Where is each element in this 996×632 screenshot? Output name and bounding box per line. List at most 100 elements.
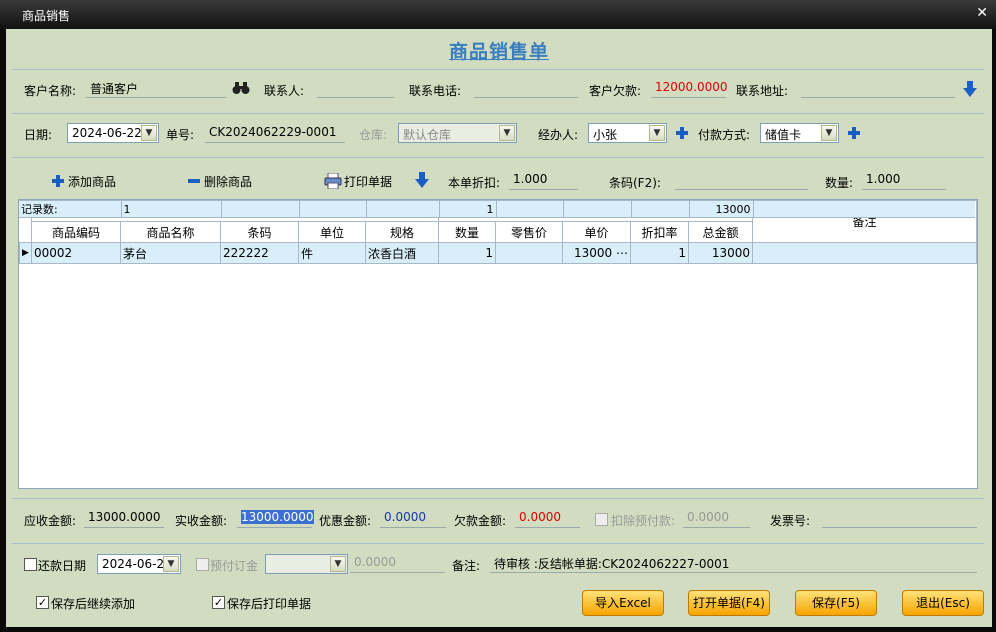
footer-cell (298, 200, 367, 218)
debt-label: 客户欠款: (589, 84, 642, 98)
divider (12, 498, 984, 499)
chevron-down-icon[interactable]: ▼ (649, 125, 665, 141)
arrow-down-icon[interactable] (963, 81, 977, 97)
customer-label: 客户名称: (24, 84, 77, 98)
add-payment-icon[interactable] (847, 126, 861, 140)
window-title: 商品销售 (22, 9, 71, 23)
cell-barcode[interactable]: 222222 (220, 242, 299, 264)
handler-select[interactable]: 小张 ▼ (588, 123, 667, 143)
chevron-down-icon[interactable]: ▼ (163, 556, 179, 572)
save-button[interactable]: 保存(F5) (795, 590, 877, 616)
prepay-deduct-label: 扣除预付款: (611, 514, 676, 528)
table-row[interactable]: ▶ 00002 茅台 222222 件 浓香白酒 1 13000 ⋯ 1 130… (19, 242, 977, 264)
row-pointer-icon: ▶ (19, 242, 32, 264)
product-grid[interactable]: 商品信息 价格 备注 商品编码 商品名称 条码 单位 规格 数量 零售价 单价 … (18, 199, 978, 489)
prepay-label: 预付订金 (210, 559, 259, 573)
open-order-button[interactable]: 打开单据(F4) (688, 590, 770, 616)
add-product-button[interactable]: 添加商品 (68, 173, 116, 190)
cell-discount[interactable]: 1 (630, 242, 689, 264)
cell-qty[interactable]: 1 (438, 242, 496, 264)
payment-select[interactable]: 储值卡 ▼ (760, 123, 839, 143)
column-header-name[interactable]: 商品名称 (120, 221, 221, 243)
handler-value: 小张 (593, 128, 618, 142)
address-field[interactable] (801, 78, 955, 98)
phone-label: 联系电话: (409, 84, 462, 98)
chevron-down-icon[interactable]: ▼ (821, 125, 837, 141)
received-label: 实收金额: (175, 514, 228, 528)
quantity-input[interactable]: 1.000 (862, 170, 946, 190)
cell-spec[interactable]: 浓香白酒 (365, 242, 439, 264)
owed-field: 0.0000 (515, 508, 580, 528)
grid-footer: 记录数: 1 1 13000 (19, 200, 975, 218)
cell-price[interactable]: 13000 ⋯ (562, 242, 631, 264)
column-header-unit[interactable]: 单位 (298, 221, 366, 243)
binoculars-icon[interactable] (232, 81, 250, 95)
delete-product-icon[interactable] (187, 174, 201, 188)
column-header-qty[interactable]: 数量 (438, 221, 496, 243)
cell-remark[interactable] (752, 242, 977, 264)
cell-total[interactable]: 13000 (688, 242, 753, 264)
cell-code[interactable]: 00002 (31, 242, 121, 264)
column-header-price[interactable]: 单价 (562, 221, 631, 243)
prepay-select: ▼ (265, 554, 348, 574)
close-icon[interactable]: ✕ (976, 5, 988, 21)
cell-price-value: 13000 (573, 246, 613, 260)
repay-date-picker[interactable]: 2024-06-22 ▼ (97, 554, 181, 574)
date-value: 2024-06-22 (72, 126, 142, 140)
continue-add-checkbox[interactable]: ✓ (36, 596, 49, 609)
remark-label: 备注: (452, 559, 481, 573)
printer-icon[interactable] (324, 173, 342, 189)
payment-value: 储值卡 (765, 128, 802, 142)
date-label: 日期: (24, 128, 53, 142)
title-bar[interactable]: 商品销售 ✕ (0, 0, 996, 29)
add-product-icon[interactable] (51, 174, 65, 188)
import-excel-button[interactable]: 导入Excel (582, 590, 664, 616)
payment-label: 付款方式: (698, 128, 751, 142)
warehouse-value: 默认仓库 (403, 128, 452, 142)
invoice-input[interactable] (822, 508, 977, 528)
repay-date-label: 还款日期 (38, 559, 87, 573)
phone-field[interactable] (474, 78, 578, 98)
discount-input[interactable]: 1.000 (509, 170, 578, 190)
print-order-button[interactable]: 打印单据 (344, 173, 392, 190)
prepay-deduct-checkbox (595, 513, 608, 526)
exit-button[interactable]: 退出(Esc) (902, 590, 984, 616)
received-input[interactable]: 13000.0000 (237, 508, 314, 528)
prepay-amount-field: 0.0000 (350, 553, 445, 573)
repay-date-value: 2024-06-22 (102, 557, 172, 571)
order-label: 单号: (166, 128, 195, 142)
footer-label: 记录数: (19, 200, 122, 218)
address-label: 联系地址: (736, 84, 789, 98)
date-picker[interactable]: 2024-06-22 ▼ (67, 123, 159, 143)
column-header-spec[interactable]: 规格 (365, 221, 439, 243)
column-header-discount[interactable]: 折扣率 (630, 221, 689, 243)
receivable-label: 应收金额: (24, 514, 77, 528)
order-number-field: CK2024062229-0001 (205, 123, 345, 143)
ellipsis-icon[interactable]: ⋯ (616, 246, 628, 260)
column-header-code[interactable]: 商品编码 (31, 221, 121, 243)
barcode-input[interactable] (675, 170, 808, 190)
receivable-field: 13000.0000 (84, 508, 164, 528)
print-after-save-label: 保存后打印单据 (227, 597, 312, 611)
add-handler-icon[interactable] (675, 126, 689, 140)
arrow-down-icon[interactable] (415, 172, 429, 188)
column-header-total[interactable]: 总金额 (688, 221, 753, 243)
delete-product-button[interactable]: 删除商品 (204, 173, 252, 190)
chevron-down-icon[interactable]: ▼ (141, 125, 157, 141)
remark-input[interactable]: 待审核 :反结帐单据:CK2024062227-0001 (490, 553, 977, 573)
footer-total: 13000 (688, 200, 754, 218)
cell-retail[interactable] (495, 242, 563, 264)
print-after-save-checkbox[interactable]: ✓ (212, 596, 225, 609)
invoice-label: 发票号: (770, 514, 811, 528)
chevron-down-icon: ▼ (330, 556, 346, 572)
cell-unit[interactable]: 件 (298, 242, 366, 264)
discount-label: 本单折扣: (448, 176, 501, 190)
prepay-checkbox (196, 558, 209, 571)
column-header-retail[interactable]: 零售价 (495, 221, 563, 243)
column-header-barcode[interactable]: 条码 (220, 221, 299, 243)
customer-field[interactable]: 普通客户 (86, 78, 226, 98)
contact-field[interactable] (317, 78, 394, 98)
cell-name[interactable]: 茅台 (120, 242, 221, 264)
discount-amount-field[interactable]: 0.0000 (380, 508, 446, 528)
repay-date-checkbox[interactable] (24, 558, 37, 571)
